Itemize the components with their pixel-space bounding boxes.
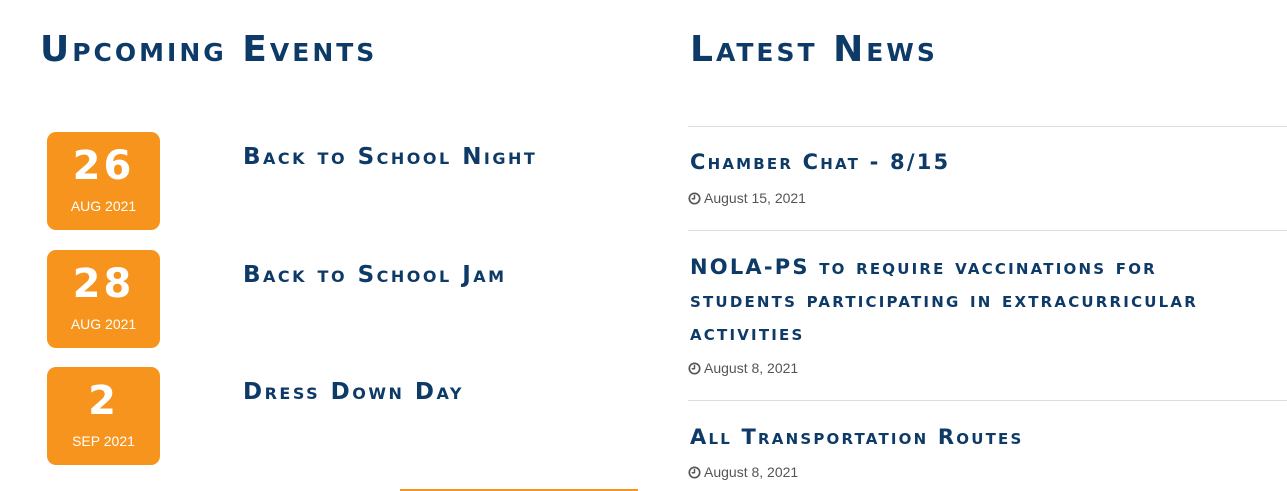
event-day: 28	[72, 261, 135, 307]
event-month: SEP 2021	[72, 433, 135, 449]
news-title-link[interactable]: NOLA-PS to require vaccinations for stud…	[690, 251, 1270, 350]
clock-icon	[688, 466, 701, 479]
news-date-text: August 8, 2021	[704, 464, 799, 480]
event-item: 2 SEP 2021 Dress Down Day	[47, 367, 647, 465]
event-date-badge[interactable]: 26 AUG 2021	[47, 132, 160, 230]
clock-icon	[688, 362, 701, 375]
event-title-link[interactable]: Back to School Night	[243, 142, 537, 172]
upcoming-events-section: Upcoming Events 26 AUG 2021 Back to Scho…	[0, 0, 660, 491]
event-day: 2	[88, 378, 119, 424]
news-title-link[interactable]: Chamber Chat - 8/15	[690, 146, 1270, 179]
news-divider	[688, 230, 1287, 231]
latest-news-heading: Latest News	[690, 29, 938, 70]
event-title-link[interactable]: Dress Down Day	[243, 377, 464, 407]
event-month: AUG 2021	[70, 198, 137, 214]
news-date-text: August 8, 2021	[704, 360, 799, 376]
news-date: August 15, 2021	[688, 190, 806, 206]
event-month: AUG 2021	[70, 316, 137, 332]
news-divider	[688, 126, 1287, 127]
event-date-badge[interactable]: 28 AUG 2021	[47, 250, 160, 348]
clock-icon	[688, 192, 701, 205]
event-day: 26	[72, 143, 135, 189]
event-title-link[interactable]: Back to School Jam	[243, 260, 507, 290]
event-item: 28 AUG 2021 Back to School Jam	[47, 250, 647, 348]
latest-news-section: Latest News Chamber Chat - 8/15 August 1…	[688, 0, 1287, 491]
news-date: August 8, 2021	[688, 464, 798, 480]
news-divider	[688, 400, 1287, 401]
news-title-link[interactable]: All Transportation Routes	[690, 421, 1270, 454]
event-item: 26 AUG 2021 Back to School Night	[47, 132, 647, 230]
event-date-badge[interactable]: 2 SEP 2021	[47, 367, 160, 465]
upcoming-events-heading: Upcoming Events	[40, 29, 378, 70]
news-date: August 8, 2021	[688, 360, 798, 376]
news-date-text: August 15, 2021	[704, 190, 806, 206]
